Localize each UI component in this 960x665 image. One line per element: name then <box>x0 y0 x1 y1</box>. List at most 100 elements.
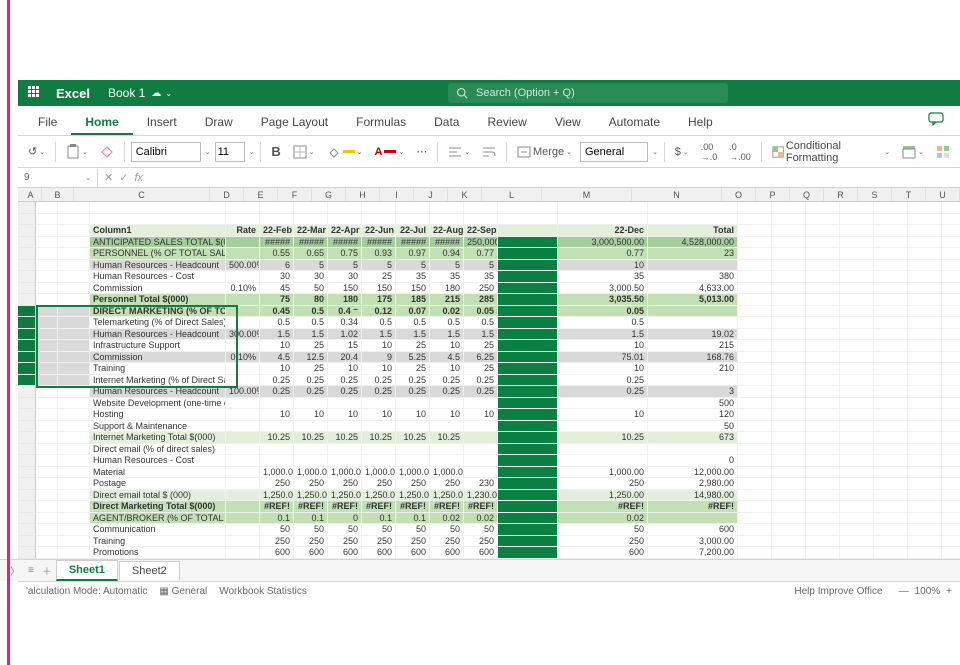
cell[interactable]: 250,000.00 <box>464 237 498 249</box>
cell[interactable]: 250 <box>558 478 648 490</box>
more-font-button[interactable]: ⋯ <box>412 143 431 160</box>
data-rows[interactable]: Column1Rate22-Feb22-Mar22-Apr22-Jun22-Ju… <box>18 202 960 570</box>
cell[interactable] <box>498 501 558 513</box>
cell[interactable]: 1,250.00 <box>430 490 464 502</box>
cell[interactable]: 1.5 <box>362 329 396 341</box>
cell[interactable]: 22-Dec <box>558 225 648 237</box>
cell[interactable]: 6.25 <box>464 352 498 364</box>
cell[interactable] <box>498 375 558 387</box>
cell[interactable]: 1,000.00 <box>362 467 396 479</box>
cell[interactable] <box>226 524 260 536</box>
menu-review[interactable]: Review <box>473 109 540 135</box>
cell[interactable]: #REF! <box>260 501 294 513</box>
cell[interactable] <box>648 375 738 387</box>
cell[interactable]: 175 <box>362 294 396 306</box>
cell[interactable]: 25 <box>396 363 430 375</box>
row-header[interactable] <box>18 467 36 479</box>
cell[interactable] <box>328 398 362 410</box>
cell[interactable]: 0.5 <box>430 317 464 329</box>
cell[interactable] <box>294 421 328 433</box>
cell[interactable]: 50 <box>396 524 430 536</box>
cell[interactable]: 0.05 <box>464 306 498 318</box>
cell[interactable] <box>498 214 558 226</box>
cell[interactable]: 0.25 <box>464 375 498 387</box>
col-header[interactable]: U <box>926 188 960 201</box>
col-header[interactable]: O <box>722 188 756 201</box>
menu-view[interactable]: View <box>541 109 595 135</box>
cell[interactable]: 10 <box>260 340 294 352</box>
cell[interactable]: 9 <box>362 352 396 364</box>
cell[interactable]: 1,250.00 <box>294 490 328 502</box>
cell[interactable]: 5 <box>294 260 328 272</box>
cell[interactable]: 0.07 <box>396 306 430 318</box>
cell[interactable] <box>328 444 362 456</box>
cell[interactable]: Commission <box>90 283 226 295</box>
cell[interactable]: 600 <box>362 547 396 559</box>
cell[interactable]: Training <box>90 363 226 375</box>
cell[interactable]: Personnel Total $(000) <box>90 294 226 306</box>
cell[interactable] <box>498 271 558 283</box>
cell[interactable]: 250 <box>260 536 294 548</box>
cell[interactable]: 1,000.00 <box>430 467 464 479</box>
cell[interactable]: 10 <box>558 340 648 352</box>
row-header[interactable] <box>18 490 36 502</box>
cell[interactable] <box>328 455 362 467</box>
cell[interactable] <box>226 536 260 548</box>
cell[interactable] <box>498 352 558 364</box>
cell[interactable]: 50 <box>430 524 464 536</box>
cell[interactable]: #REF! <box>430 501 464 513</box>
cell[interactable]: 0.65 <box>294 248 328 260</box>
cell[interactable]: 1,250.00 <box>396 490 430 502</box>
cell[interactable]: 50 <box>260 524 294 536</box>
cell[interactable]: 10 <box>260 363 294 375</box>
undo-button[interactable]: ↺⌄ <box>24 143 49 160</box>
cell[interactable] <box>464 202 498 214</box>
cell[interactable] <box>226 409 260 421</box>
cell[interactable] <box>498 421 558 433</box>
cell[interactable]: 0.5 <box>294 317 328 329</box>
cell[interactable]: 0.77 <box>558 248 648 260</box>
cell[interactable]: 30 <box>294 271 328 283</box>
zoom-out-button[interactable]: — <box>899 586 909 597</box>
cell[interactable] <box>498 409 558 421</box>
col-header[interactable]: L <box>482 188 542 201</box>
cell[interactable]: 0.25 <box>328 375 362 387</box>
col-header[interactable]: T <box>892 188 926 201</box>
cell[interactable]: 0.77 <box>464 248 498 260</box>
cell[interactable] <box>396 202 430 214</box>
cell[interactable]: 3,000,500.00 <box>558 237 648 249</box>
cell[interactable] <box>498 237 558 249</box>
cell[interactable]: ##### <box>328 237 362 249</box>
cell[interactable] <box>464 214 498 226</box>
row-header[interactable] <box>18 214 36 226</box>
cell[interactable] <box>362 398 396 410</box>
number-format-select[interactable] <box>580 142 648 162</box>
cell[interactable]: 10 <box>558 363 648 375</box>
col-header[interactable]: M <box>542 188 632 201</box>
cell[interactable] <box>498 225 558 237</box>
cell[interactable] <box>558 444 648 456</box>
menu-help[interactable]: Help <box>674 109 727 135</box>
cell[interactable]: 5 <box>430 260 464 272</box>
row-header[interactable] <box>18 260 36 272</box>
row-header[interactable] <box>18 444 36 456</box>
cell[interactable]: 45 <box>260 283 294 295</box>
cell[interactable]: 1.5 <box>430 329 464 341</box>
doc-menu-chevron-icon[interactable]: ⌄ <box>165 89 172 98</box>
cell[interactable]: 23 <box>648 248 738 260</box>
cell[interactable]: 10 <box>362 409 396 421</box>
cell[interactable]: 1,000.00 <box>260 467 294 479</box>
cell[interactable]: 75.01 <box>558 352 648 364</box>
cell[interactable]: 1,000.00 <box>328 467 362 479</box>
cell[interactable]: #REF! <box>464 501 498 513</box>
cell[interactable] <box>362 421 396 433</box>
cell[interactable] <box>498 260 558 272</box>
cell[interactable] <box>464 421 498 433</box>
workbook-stats-label[interactable]: Workbook Statistics <box>219 586 307 597</box>
cell[interactable] <box>226 421 260 433</box>
cell[interactable]: Training <box>90 536 226 548</box>
cell[interactable] <box>260 421 294 433</box>
cell[interactable] <box>498 248 558 260</box>
cell[interactable] <box>226 501 260 513</box>
cell[interactable] <box>498 444 558 456</box>
